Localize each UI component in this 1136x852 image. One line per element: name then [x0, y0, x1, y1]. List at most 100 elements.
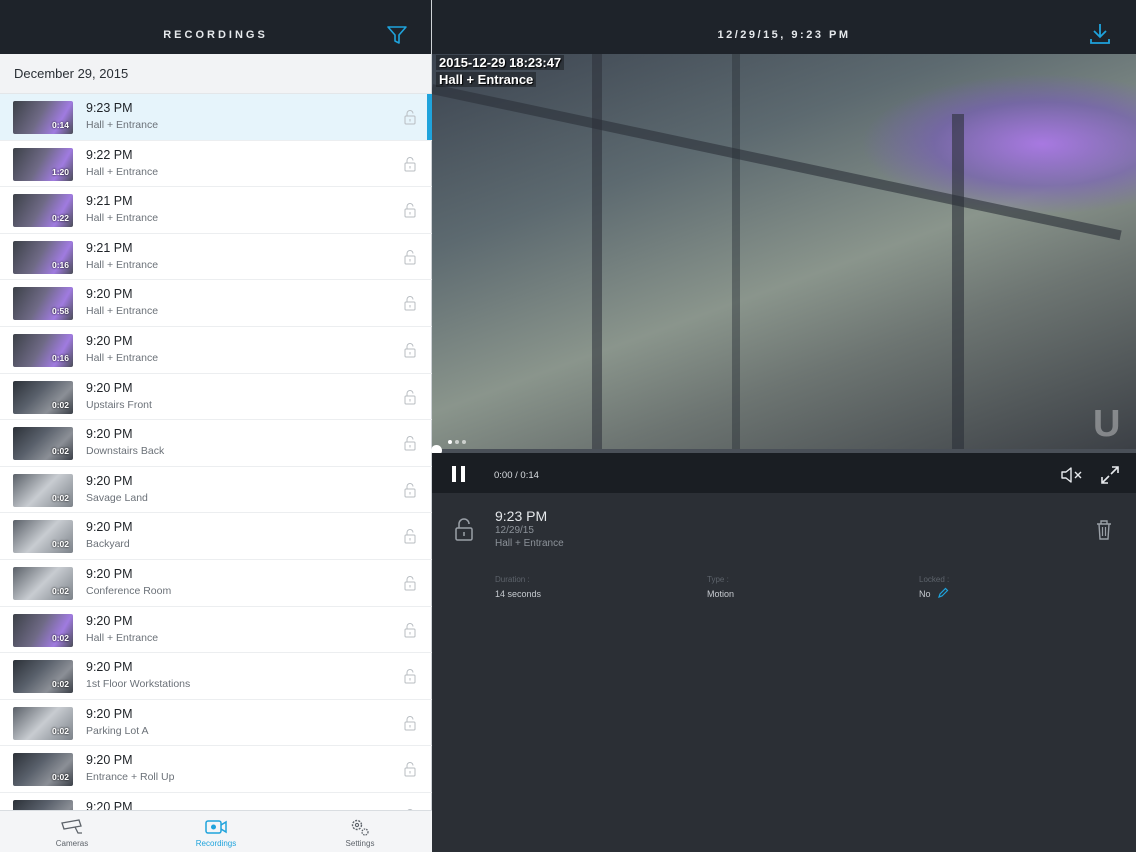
recordings-header: RECORDINGS [0, 0, 431, 54]
filter-icon[interactable] [386, 24, 408, 46]
recording-time: 9:21 PM [86, 240, 133, 255]
recording-time: 9:22 PM [86, 147, 133, 162]
tab-settings[interactable]: Settings [320, 811, 400, 852]
recording-camera: Hall + Entrance [86, 631, 159, 644]
recording-row[interactable]: 0:16 9:20 PM Hall + Entrance [0, 327, 432, 374]
recording-thumbnail: 0:02 [13, 520, 73, 554]
recording-row[interactable]: 1:20 9:22 PM Hall + Entrance [0, 141, 432, 188]
recording-duration: 0:16 [51, 259, 69, 270]
recording-camera: Parking Lot A [86, 724, 149, 737]
video-scene-post [952, 114, 964, 451]
recording-row[interactable]: 0:02 9:20 PM Backyard [0, 513, 432, 560]
unlocked-icon[interactable] [404, 109, 416, 125]
recording-thumbnail: 0:14 [13, 101, 73, 134]
unlocked-icon[interactable] [404, 389, 416, 405]
mute-icon[interactable] [1060, 465, 1084, 485]
recording-row[interactable]: 9:20 PM [0, 793, 432, 810]
recording-thumbnail: 1:20 [13, 147, 73, 181]
unlocked-icon[interactable] [404, 435, 416, 451]
recording-duration: 0:02 [51, 632, 69, 643]
recording-time: 9:23 PM [86, 101, 133, 115]
recording-time: 9:20 PM [86, 520, 133, 535]
unlocked-icon[interactable] [454, 518, 474, 542]
recording-duration: 0:02 [51, 725, 69, 736]
recording-time: 9:20 PM [86, 287, 133, 302]
recording-row[interactable]: 0:02 9:20 PM Downstairs Back [0, 420, 432, 467]
video-scene-post [732, 54, 740, 451]
page-indicator[interactable] [448, 431, 469, 449]
unlocked-icon[interactable] [404, 482, 416, 498]
recording-row[interactable]: 0:14 9:23 PM Hall + Entrance [0, 94, 432, 141]
player-title: 12/29/15, 9:23 PM [717, 29, 851, 41]
gears-icon [351, 819, 369, 836]
tab-settings-label: Settings [345, 839, 375, 848]
recording-thumbnail [13, 799, 73, 810]
unlocked-icon[interactable] [404, 156, 416, 172]
unlocked-icon[interactable] [404, 528, 416, 544]
recording-row[interactable]: 0:02 9:20 PM Conference Room [0, 560, 432, 607]
detail-date: 12/29/15 [495, 525, 534, 536]
recordings-list[interactable]: 0:14 9:23 PM Hall + Entrance 1:20 9:22 PM Hal… [0, 94, 432, 810]
recording-time: 9:21 PM [86, 194, 133, 209]
recording-thumbnail: 0:02 [13, 427, 73, 461]
unlocked-icon[interactable] [404, 715, 416, 731]
recording-time: 9:20 PM [86, 333, 133, 348]
recording-camera: Entrance + Roll Up [86, 771, 175, 784]
camera-icon [61, 819, 82, 834]
recording-camera: Hall + Entrance [86, 165, 159, 178]
recording-row[interactable]: 0:02 9:20 PM Savage Land [0, 467, 432, 514]
unlocked-icon[interactable] [404, 761, 416, 777]
recording-time: 9:20 PM [86, 380, 133, 395]
unlocked-icon[interactable] [404, 575, 416, 591]
pencil-icon[interactable] [937, 587, 949, 599]
recording-time: 9:20 PM [86, 753, 133, 768]
unlocked-icon[interactable] [404, 342, 416, 358]
recording-row[interactable]: 0:02 9:20 PM Hall + Entrance [0, 607, 432, 654]
recording-camera: Backyard [86, 538, 130, 551]
recording-time: 9:20 PM [86, 660, 133, 675]
recording-time: 9:20 PM [86, 473, 133, 488]
recording-row[interactable]: 0:02 9:20 PM 1st Floor Workstations [0, 653, 432, 700]
pause-button[interactable] [452, 466, 466, 482]
recording-row[interactable]: 0:02 9:20 PM Entrance + Roll Up [0, 746, 432, 793]
recording-thumbnail: 0:58 [13, 287, 73, 321]
unlocked-icon[interactable] [404, 295, 416, 311]
video-scene-post [592, 54, 602, 451]
recording-duration: 0:02 [51, 539, 69, 550]
recording-row[interactable]: 0:02 9:20 PM Parking Lot A [0, 700, 432, 747]
video-camera-overlay: Hall + Entrance [436, 72, 537, 87]
player-header: 12/29/15, 9:23 PM [432, 0, 1136, 54]
recording-camera: Hall + Entrance [86, 305, 159, 318]
recording-duration: 0:58 [51, 306, 69, 317]
recording-row[interactable]: 0:22 9:21 PM Hall + Entrance [0, 187, 432, 234]
recording-camera: Savage Land [86, 491, 148, 504]
unlocked-icon[interactable] [404, 249, 416, 265]
player-controls: 0:00 / 0:14 [432, 453, 1136, 493]
tab-cameras-label: Cameras [55, 839, 89, 848]
recording-row[interactable]: 0:02 9:20 PM Upstairs Front [0, 374, 432, 421]
recording-time: 9:20 PM [86, 566, 133, 581]
trash-icon[interactable] [1095, 519, 1113, 541]
recording-duration: 0:14 [51, 120, 69, 130]
recording-row[interactable]: 0:58 9:20 PM Hall + Entrance [0, 280, 432, 327]
unlocked-icon[interactable] [404, 622, 416, 638]
recording-details: 9:23 PM 12/29/15 Hall + Entrance Duratio… [432, 493, 1136, 852]
recording-camera: Upstairs Front [86, 398, 152, 411]
video-frame[interactable]: 2015-12-29 18:23:47 Hall + Entrance U [432, 54, 1136, 451]
player-panel: 12/29/15, 9:23 PM 2015-12-29 18:23:47 Ha… [431, 0, 1136, 852]
recording-camera: Downstairs Back [86, 445, 165, 458]
recording-thumbnail: 0:16 [13, 240, 73, 274]
recording-duration: 0:02 [51, 679, 69, 690]
unlocked-icon[interactable] [404, 202, 416, 218]
recording-camera: Hall + Entrance [86, 258, 159, 271]
recording-camera: Conference Room [86, 584, 172, 597]
recording-thumbnail: 0:02 [13, 566, 73, 600]
tab-cameras[interactable]: Cameras [32, 811, 112, 852]
video-scene-rail [432, 84, 1122, 241]
fullscreen-icon[interactable] [1099, 464, 1121, 486]
recording-duration: 0:02 [51, 446, 69, 457]
unlocked-icon[interactable] [404, 668, 416, 684]
recording-row[interactable]: 0:16 9:21 PM Hall + Entrance [0, 234, 432, 281]
tab-recordings[interactable]: Recordings [176, 811, 256, 852]
download-icon[interactable] [1089, 22, 1111, 46]
